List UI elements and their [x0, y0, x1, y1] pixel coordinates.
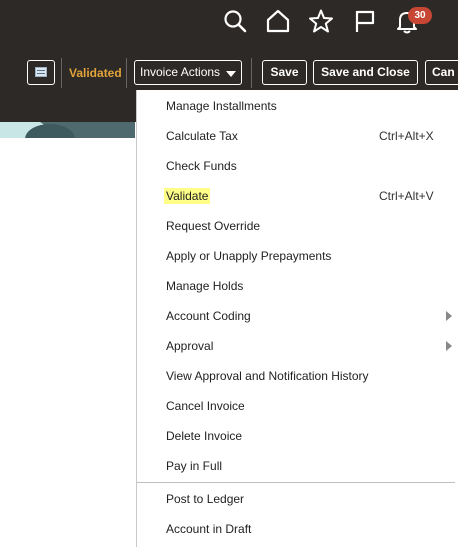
search-icon[interactable]: [222, 8, 248, 34]
menu-item-post-to-ledger[interactable]: Post to Ledger: [137, 484, 458, 514]
menu-item-label: Account Coding: [166, 309, 251, 323]
menu-item-shortcut: Ctrl+Alt+X: [379, 129, 434, 143]
notification-badge: 30: [408, 7, 432, 24]
menu-item-shortcut: Ctrl+Alt+V: [379, 189, 434, 203]
page-banner: [0, 122, 135, 138]
menu-item-validate[interactable]: Validate Ctrl+Alt+V: [137, 181, 458, 211]
cancel-button[interactable]: Can: [425, 60, 458, 85]
chevron-right-icon: [446, 341, 452, 351]
menu-item-request-override[interactable]: Request Override: [137, 211, 458, 241]
menu-divider: [137, 482, 455, 483]
menu-item-manage-holds[interactable]: Manage Holds: [137, 271, 458, 301]
menu-item-calculate-tax[interactable]: Calculate Tax Ctrl+Alt+X: [137, 121, 458, 151]
invoice-actions-label: Invoice Actions: [140, 65, 221, 79]
menu-item-manage-installments[interactable]: Manage Installments: [137, 91, 458, 121]
menu-item-account-coding[interactable]: Account Coding: [137, 301, 458, 331]
menu-item-cancel-invoice[interactable]: Cancel Invoice: [137, 391, 458, 421]
toolbar-separator: [61, 58, 62, 88]
menu-item-label: Manage Installments: [166, 99, 277, 113]
menu-item-label: Manage Holds: [166, 279, 244, 293]
menu-item-label: Post to Ledger: [166, 492, 245, 506]
menu-item-check-funds[interactable]: Check Funds: [137, 151, 458, 181]
menu-item-delete-invoice[interactable]: Delete Invoice: [137, 421, 458, 451]
menu-item-approval[interactable]: Approval: [137, 331, 458, 361]
highlighted-text: Validate: [164, 188, 211, 204]
menu-item-label: Delete Invoice: [166, 429, 243, 443]
menu-item-label: Check Funds: [166, 159, 237, 173]
menu-item-label: Request Override: [166, 219, 261, 233]
menu-item-label: View Approval and Notification History: [166, 369, 369, 383]
menu-item-label: Account in Draft: [166, 522, 252, 536]
save-and-close-button[interactable]: Save and Close: [313, 60, 418, 85]
toolbar-separator: [251, 58, 252, 88]
menu-item-pay-in-full[interactable]: Pay in Full: [137, 451, 458, 481]
flag-icon[interactable]: [352, 8, 378, 34]
menu-item-label: Calculate Tax: [166, 129, 238, 143]
menu-item-label: Cancel Invoice: [166, 399, 245, 413]
menu-item-apply-prepayments[interactable]: Apply or Unapply Prepayments: [137, 241, 458, 271]
toolbar-separator: [126, 58, 127, 88]
menu-item-view-approval-history[interactable]: View Approval and Notification History: [137, 361, 458, 391]
panel-toggle-button[interactable]: [27, 60, 55, 85]
chevron-right-icon: [446, 311, 452, 321]
home-icon[interactable]: [265, 8, 291, 34]
menu-item-label: Apply or Unapply Prepayments: [166, 249, 332, 263]
invoice-actions-menu: Manage Installments Calculate Tax Ctrl+A…: [136, 90, 458, 547]
save-button[interactable]: Save: [262, 60, 307, 85]
star-icon[interactable]: [308, 8, 334, 34]
menu-item-label: Pay in Full: [166, 459, 223, 473]
menu-item-label: Validate: [164, 188, 211, 204]
menu-item-label: Approval: [166, 339, 214, 353]
list-icon: [35, 67, 47, 77]
validation-status: Validated: [69, 66, 122, 80]
invoice-actions-button[interactable]: Invoice Actions: [134, 60, 242, 85]
caret-down-icon: [226, 71, 236, 77]
menu-item-account-in-draft[interactable]: Account in Draft: [137, 514, 458, 544]
